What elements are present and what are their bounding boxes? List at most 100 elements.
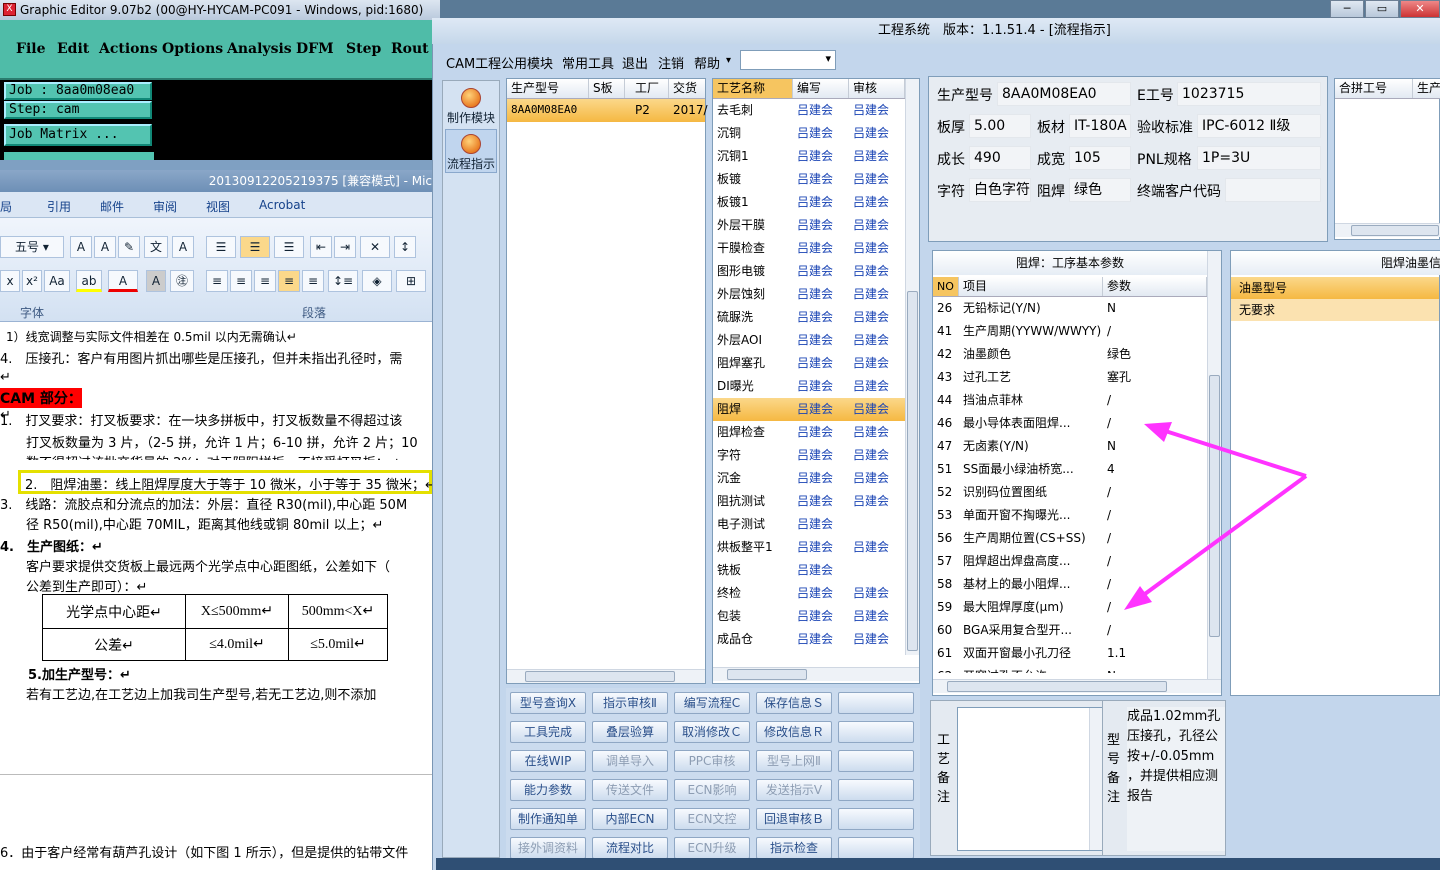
process-row[interactable]: 铣板 吕建会 bbox=[713, 559, 905, 582]
param-row[interactable]: 62 开窗过孔不允许... N bbox=[933, 665, 1207, 673]
action-button[interactable]: 型号上网Ⅱ bbox=[756, 750, 832, 772]
process-grid-vscroll[interactable] bbox=[905, 79, 919, 655]
multilevel-icon[interactable]: ☰ bbox=[274, 236, 304, 258]
param-row[interactable]: 41 生产周期(YYWW/WWYY) / bbox=[933, 320, 1207, 343]
action-button[interactable]: 工具完成 bbox=[510, 721, 586, 743]
ink-row[interactable]: 无要求 bbox=[1231, 299, 1439, 321]
numbering-icon[interactable]: ☰ bbox=[240, 236, 270, 258]
param-row[interactable]: 42 油墨颜色 绿色 bbox=[933, 343, 1207, 366]
char-shading-icon[interactable]: A bbox=[146, 270, 166, 292]
action-button[interactable]: 指示审核Ⅱ bbox=[592, 692, 668, 714]
tab-layout[interactable]: 局 bbox=[0, 198, 12, 215]
change-case-icon[interactable]: Aa bbox=[44, 270, 70, 292]
asian-layout-icon[interactable]: ✕ bbox=[360, 236, 390, 258]
col-item[interactable]: 项目 bbox=[959, 277, 1103, 296]
process-row[interactable]: 干膜检查 吕建会 吕建会 bbox=[713, 237, 905, 260]
col-writer[interactable]: 编写 bbox=[793, 79, 849, 98]
col-factory[interactable]: 工厂 bbox=[625, 79, 669, 98]
action-button[interactable]: 发送指示Ⅴ bbox=[756, 779, 832, 801]
action-button[interactable]: 调单导入 bbox=[592, 750, 668, 772]
shading-icon[interactable]: ◈ bbox=[362, 270, 392, 292]
process-row[interactable]: 图形电镀 吕建会 吕建会 bbox=[713, 260, 905, 283]
action-button[interactable]: 在线WIP bbox=[510, 750, 586, 772]
job-grid-hscroll[interactable] bbox=[507, 669, 705, 683]
params-hscroll[interactable] bbox=[933, 679, 1221, 693]
process-row[interactable]: 沉金 吕建会 吕建会 bbox=[713, 467, 905, 490]
process-row[interactable]: DI曝光 吕建会 吕建会 bbox=[713, 375, 905, 398]
process-row[interactable]: 沉铜1 吕建会 吕建会 bbox=[713, 145, 905, 168]
value-accept[interactable]: IPC-6012 Ⅱ级 bbox=[1197, 114, 1321, 138]
font-size-select[interactable]: 五号 ▾ bbox=[0, 236, 64, 258]
value-pnl[interactable]: 1P=3U bbox=[1197, 146, 1321, 170]
phonetic-icon[interactable]: 文 bbox=[144, 236, 168, 258]
process-row[interactable]: 阻焊塞孔 吕建会 吕建会 bbox=[713, 352, 905, 375]
param-row[interactable]: 61 双面开窗最小孔刀径 1.1 bbox=[933, 642, 1207, 665]
increase-indent-icon[interactable]: ⇥ bbox=[334, 236, 356, 258]
value-material[interactable]: IT-180A bbox=[1069, 114, 1131, 138]
char-border-icon[interactable]: A bbox=[172, 236, 194, 258]
action-button[interactable] bbox=[838, 692, 914, 714]
menu-edit[interactable]: Edit bbox=[57, 41, 89, 57]
action-button[interactable]: 接外调资料 bbox=[510, 837, 586, 859]
value-char[interactable]: 白色字符 bbox=[969, 178, 1031, 202]
highlight-icon[interactable]: ab bbox=[76, 270, 102, 292]
decrease-indent-icon[interactable]: ⇤ bbox=[310, 236, 332, 258]
action-button[interactable]: 能力参数 bbox=[510, 779, 586, 801]
tab-view[interactable]: 视图 bbox=[206, 198, 230, 215]
param-row[interactable]: 60 BGA采用复合型开... / bbox=[933, 619, 1207, 642]
col-merge-no[interactable]: 合拼工号 bbox=[1335, 79, 1413, 98]
col-model[interactable]: 生产型号 bbox=[507, 79, 589, 98]
align-right-icon[interactable]: ≡ bbox=[254, 270, 276, 292]
col-s-board[interactable]: S板 bbox=[589, 79, 625, 98]
action-button[interactable]: 传送文件 bbox=[592, 779, 668, 801]
graphic-editor-canvas[interactable]: Job : 8aa0m08ea0 Step: cam Job Matrix ..… bbox=[0, 80, 440, 160]
tab-mailings[interactable]: 邮件 bbox=[100, 198, 124, 215]
process-note-scroll[interactable] bbox=[1089, 708, 1103, 850]
process-row[interactable]: 电子测试 吕建会 bbox=[713, 513, 905, 536]
action-button[interactable]: 内部ECN bbox=[592, 808, 668, 830]
action-button[interactable] bbox=[838, 779, 914, 801]
param-row[interactable]: 26 无铅标记(Y/N) N bbox=[933, 297, 1207, 320]
sort-icon[interactable]: ↕ bbox=[394, 236, 416, 258]
process-row[interactable]: 终检 吕建会 吕建会 bbox=[713, 582, 905, 605]
col-param[interactable]: 参数 bbox=[1103, 277, 1207, 296]
process-row[interactable]: 板镀 吕建会 吕建会 bbox=[713, 168, 905, 191]
param-row[interactable]: 44 挡油点菲林 / bbox=[933, 389, 1207, 412]
process-row[interactable]: 沉铜 吕建会 吕建会 bbox=[713, 122, 905, 145]
process-row[interactable]: 外层蚀刻 吕建会 吕建会 bbox=[713, 283, 905, 306]
menu-common-tools[interactable]: 常用工具 bbox=[562, 53, 614, 72]
param-row[interactable]: 43 过孔工艺 塞孔 bbox=[933, 366, 1207, 389]
tab-references[interactable]: 引用 bbox=[47, 198, 71, 215]
process-row[interactable]: 阻焊检查 吕建会 吕建会 bbox=[713, 421, 905, 444]
job-field[interactable]: Job : 8aa0m08ea0 bbox=[4, 82, 152, 100]
tab-review[interactable]: 审阅 bbox=[153, 198, 177, 215]
value-width[interactable]: 105 bbox=[1069, 146, 1131, 170]
action-button[interactable]: 叠层验算 bbox=[592, 721, 668, 743]
action-button[interactable]: 型号查询Ⅹ bbox=[510, 692, 586, 714]
process-row[interactable]: 成品仓 吕建会 吕建会 bbox=[713, 628, 905, 651]
job-matrix-button[interactable]: Job Matrix ... bbox=[4, 124, 152, 146]
action-button[interactable]: ECN升级 bbox=[674, 837, 750, 859]
action-button[interactable]: ECN文控 bbox=[674, 808, 750, 830]
menu-exit[interactable]: 退出 bbox=[622, 53, 648, 72]
menu-actions[interactable]: Actions bbox=[99, 41, 158, 57]
action-button[interactable] bbox=[838, 750, 914, 772]
action-button[interactable]: 修改信息Ｒ bbox=[756, 721, 832, 743]
process-row[interactable]: 硫脲洗 吕建会 吕建会 bbox=[713, 306, 905, 329]
process-row[interactable]: 外层AOI 吕建会 吕建会 bbox=[713, 329, 905, 352]
enclose-char-icon[interactable]: ㊟ bbox=[170, 270, 194, 292]
action-button[interactable]: 指示检查 bbox=[756, 837, 832, 859]
action-button[interactable]: 编写流程Ⅽ bbox=[674, 692, 750, 714]
justify-icon[interactable]: ≡ bbox=[278, 270, 300, 292]
value-enduser[interactable] bbox=[1225, 178, 1321, 202]
maximize-button[interactable]: ▭ bbox=[1365, 0, 1399, 18]
col-process-name[interactable]: 工艺名称 bbox=[713, 79, 793, 98]
merge-grid-hscroll[interactable] bbox=[1335, 223, 1440, 237]
process-row[interactable]: 阻焊 吕建会 吕建会 bbox=[713, 398, 905, 421]
align-left-icon[interactable]: ≡ bbox=[206, 270, 228, 292]
menu-step[interactable]: Step bbox=[346, 41, 381, 57]
process-row[interactable]: 去毛刺 吕建会 吕建会 bbox=[713, 99, 905, 122]
action-button[interactable]: 流程对比 bbox=[592, 837, 668, 859]
action-button[interactable] bbox=[838, 721, 914, 743]
toolbar-combobox[interactable] bbox=[740, 50, 836, 70]
